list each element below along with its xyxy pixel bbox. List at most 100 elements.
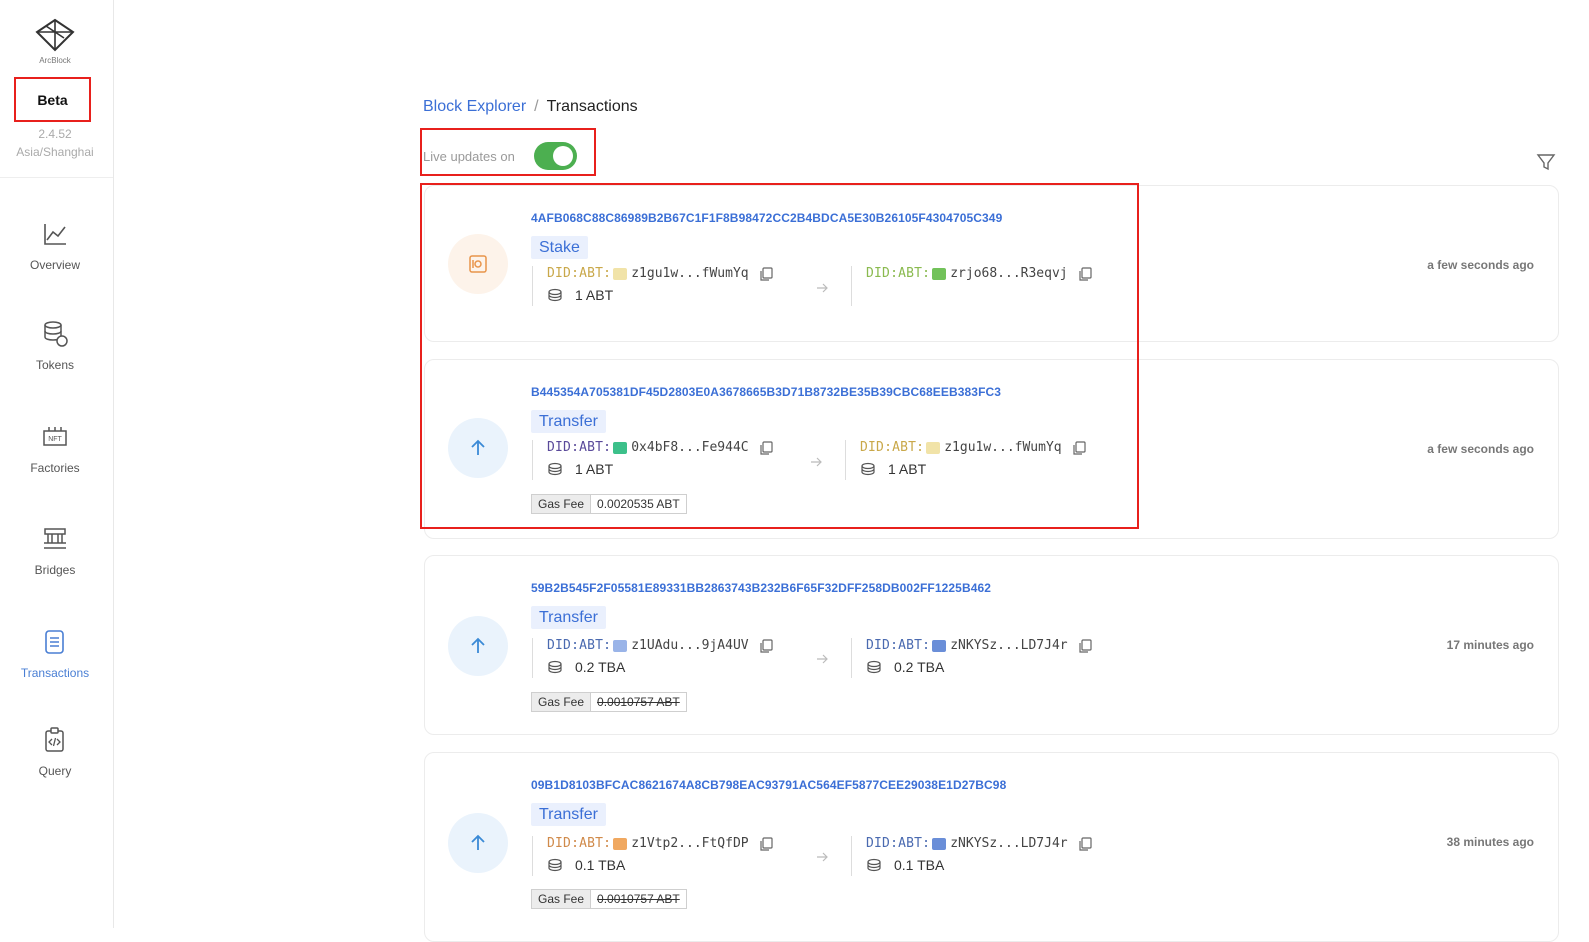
tx-timestamp: a few seconds ago: [1427, 442, 1534, 456]
gas-fee-badge: Gas Fee 0.0010757 ABT: [531, 889, 687, 909]
arcblock-logo-icon[interactable]: [33, 18, 77, 52]
did-prefix: DID:ABT:: [547, 638, 612, 653]
did-address-link[interactable]: z1Vtp2...FtQfDP: [631, 836, 748, 851]
tx-type-badge: Stake: [531, 236, 588, 259]
bridge-icon: [44, 528, 66, 549]
sidebar-item-label: Overview: [29, 258, 80, 272]
coins-icon: [861, 462, 875, 476]
live-updates-label: Live updates on: [423, 149, 515, 164]
sidebar-item-overview[interactable]: Overview: [0, 220, 110, 272]
transaction-card: 4AFB068C88C86989B2B67C1F1F8B98472CC2B4BD…: [424, 185, 1559, 342]
amount-value: 0.2 TBA: [894, 659, 945, 675]
sidebar-item-label: Bridges: [34, 563, 76, 577]
did-address-link[interactable]: zrjo68...R3eqvj: [950, 266, 1067, 281]
tx-hash-link[interactable]: 4AFB068C88C86989B2B67C1F1F8B98472CC2B4BD…: [531, 211, 1002, 225]
tx-to: DID:ABT: zrjo68...R3eqvj: [851, 266, 1111, 306]
sidebar-divider: [0, 177, 113, 178]
sidebar-item-transactions[interactable]: Transactions: [0, 628, 110, 680]
tx-type-badge: Transfer: [531, 606, 606, 629]
copy-icon[interactable]: [1072, 440, 1086, 455]
copy-icon[interactable]: [1078, 836, 1092, 851]
gas-fee-label: Gas Fee: [532, 495, 592, 513]
sidebar-item-factories[interactable]: NFT Factories: [0, 423, 110, 475]
safe-icon: [469, 255, 487, 273]
copy-icon[interactable]: [1078, 266, 1092, 281]
tx-hash-link[interactable]: B445354A705381DF45D2803E0A3678665B3D71B8…: [531, 385, 1001, 399]
tx-avatar: [448, 813, 508, 873]
tx-timestamp: a few seconds ago: [1427, 258, 1534, 272]
arrow-right-icon: [817, 852, 828, 862]
copy-icon[interactable]: [759, 266, 773, 281]
tx-timestamp: 17 minutes ago: [1446, 638, 1534, 652]
did-address-link[interactable]: zNKYSz...LD7J4r: [950, 638, 1067, 653]
did-address-link[interactable]: z1gu1w...fWumYq: [631, 266, 748, 281]
tx-from: DID:ABT: 0x4bF8...Fe944C 1 ABT: [532, 440, 790, 480]
did-prefix: DID:ABT:: [547, 440, 612, 455]
did-avatar-icon: [613, 639, 628, 652]
tx-timestamp: 38 minutes ago: [1446, 835, 1534, 849]
sidebar-item-label: Query: [38, 764, 72, 778]
svg-text:NFT: NFT: [48, 436, 62, 443]
sidebar-item-bridges[interactable]: Bridges: [0, 525, 110, 577]
copy-icon[interactable]: [759, 836, 773, 851]
sidebar-item-label: Factories: [30, 461, 80, 475]
coins-icon: [867, 858, 881, 872]
database-icon: [44, 321, 68, 347]
coins-icon: [548, 660, 562, 674]
sidebar-item-query[interactable]: Query: [0, 726, 110, 778]
tx-from: DID:ABT: z1gu1w...fWumYq 1 ABT: [532, 266, 797, 306]
filter-icon[interactable]: [1536, 152, 1556, 172]
sidebar: ArcBlock Beta 2.4.52 Asia/Shanghai Overv…: [0, 0, 114, 928]
clipboard-code-icon: [45, 727, 64, 752]
coins-icon: [548, 858, 562, 872]
transaction-card: 59B2B545F2F05581E89331BB2863743B232B6F65…: [424, 555, 1559, 735]
toggle-knob: [553, 146, 573, 166]
tx-type-badge: Transfer: [531, 410, 606, 433]
did-address-link[interactable]: z1gu1w...fWumYq: [944, 440, 1061, 455]
sidebar-item-label: Transactions: [20, 666, 90, 680]
page-title: Transactions: [546, 98, 638, 115]
amount-value: 1 ABT: [575, 287, 614, 303]
did-avatar-icon: [932, 837, 947, 850]
version-label: 2.4.52: [38, 127, 72, 141]
breadcrumb-link-block-explorer[interactable]: Block Explorer: [423, 98, 526, 115]
chart-line-icon: [44, 224, 66, 245]
did-address-link[interactable]: z1UAdu...9jA4UV: [631, 638, 748, 653]
did-avatar-icon: [926, 441, 941, 454]
did-avatar-icon: [613, 441, 628, 454]
did-prefix: DID:ABT:: [547, 836, 612, 851]
tx-hash-link[interactable]: 09B1D8103BFCAC8621674A8CB798EAC93791AC56…: [531, 778, 1006, 792]
arrow-up-icon: [471, 637, 485, 653]
copy-icon[interactable]: [759, 440, 773, 455]
breadcrumb-separator: /: [534, 98, 539, 115]
did-avatar-icon: [613, 267, 628, 280]
tx-type-badge: Transfer: [531, 803, 606, 826]
tx-avatar: [448, 234, 508, 294]
amount-value: 0.1 TBA: [575, 857, 626, 873]
did-address-link[interactable]: 0x4bF8...Fe944C: [631, 440, 748, 455]
brand-name: ArcBlock: [39, 56, 71, 65]
sidebar-item-tokens[interactable]: Tokens: [0, 320, 110, 372]
did-address-link[interactable]: zNKYSz...LD7J4r: [950, 836, 1067, 851]
nft-icon: NFT: [43, 427, 67, 446]
did-prefix: DID:ABT:: [866, 836, 931, 851]
breadcrumb: Block Explorer / Transactions: [423, 98, 638, 116]
arrow-up-icon: [471, 439, 485, 455]
did-prefix: DID:ABT:: [866, 638, 931, 653]
copy-icon[interactable]: [1078, 638, 1092, 653]
arrow-right-icon: [817, 654, 828, 664]
gas-fee-label: Gas Fee: [532, 693, 592, 711]
tx-hash-link[interactable]: 59B2B545F2F05581E89331BB2863743B232B6F65…: [531, 581, 991, 595]
amount-value: 1 ABT: [888, 461, 927, 477]
amount-value: 0.1 TBA: [894, 857, 945, 873]
tx-from: DID:ABT: z1Vtp2...FtQfDP 0.1 TBA: [532, 836, 797, 876]
tx-from: DID:ABT: z1UAdu...9jA4UV 0.2 TBA: [532, 638, 797, 678]
tx-to: DID:ABT: zNKYSz...LD7J4r 0.2 TBA: [851, 638, 1111, 678]
transaction-card: 09B1D8103BFCAC8621674A8CB798EAC93791AC56…: [424, 752, 1559, 942]
did-prefix: DID:ABT:: [547, 266, 612, 281]
gas-fee-value: 0.0010757 ABT: [597, 695, 680, 709]
live-updates-toggle[interactable]: [534, 142, 577, 170]
arrow-up-icon: [471, 834, 485, 850]
amount-value: 1 ABT: [575, 461, 614, 477]
copy-icon[interactable]: [759, 638, 773, 653]
